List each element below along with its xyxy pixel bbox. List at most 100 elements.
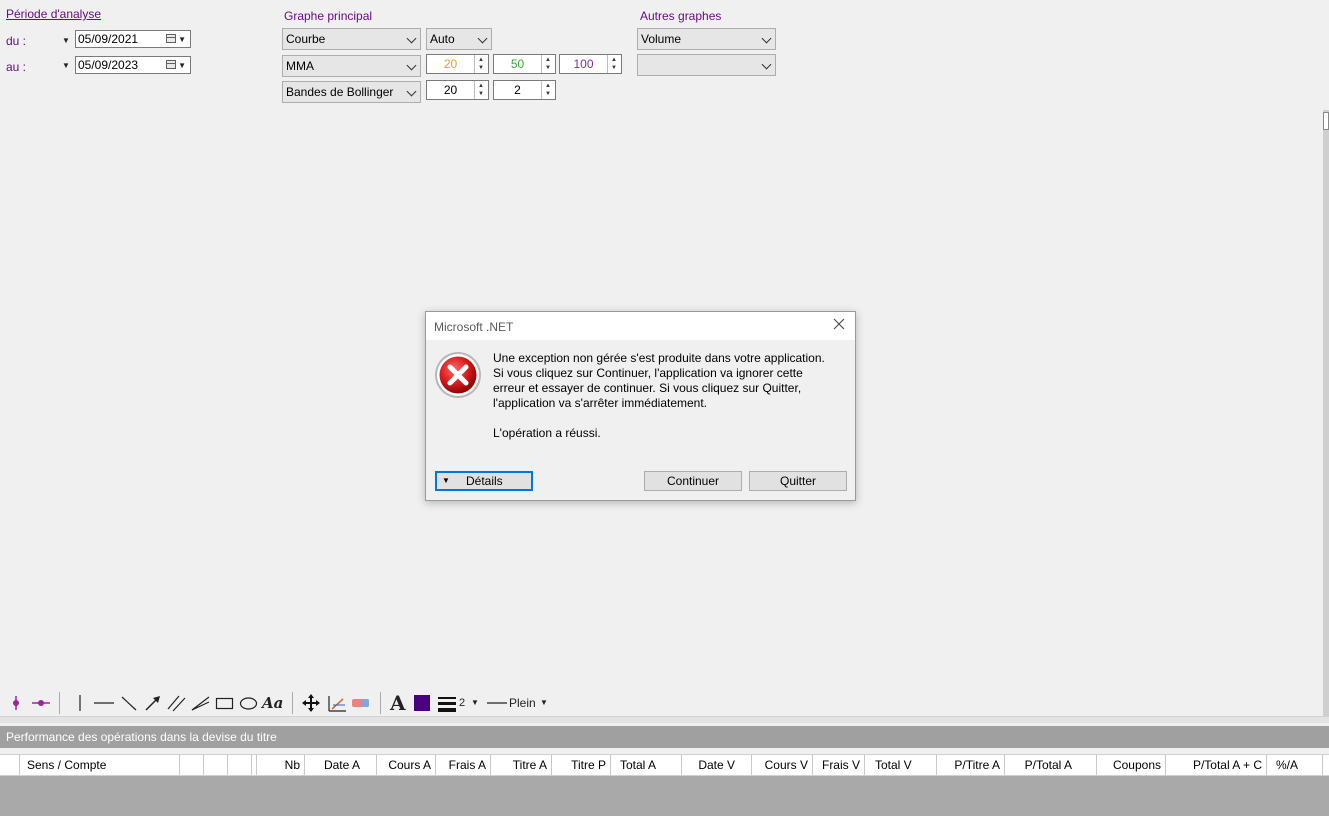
line-style-icon[interactable] (487, 694, 507, 712)
column-header[interactable]: Date V (682, 755, 752, 775)
chevron-down-icon[interactable]: ▼ (471, 694, 479, 712)
chevron-down-icon (761, 59, 772, 70)
parallel-lines-icon[interactable] (167, 694, 187, 712)
column-header[interactable]: Total A (611, 755, 682, 775)
arrow-icon[interactable] (144, 694, 162, 712)
spinner-arrows-icon[interactable]: ▲ ▼ (541, 55, 555, 73)
vertical-line-icon[interactable] (74, 694, 86, 712)
column-header[interactable]: Cours A (377, 755, 436, 775)
message-detail: L'opération a réussi. (493, 426, 601, 440)
spinner-arrows-icon[interactable]: ▲ ▼ (607, 55, 621, 73)
mma-period-1-input[interactable]: 20 ▲ ▼ (426, 54, 489, 74)
quit-button[interactable]: Quitter (749, 471, 847, 491)
from-date-picker[interactable]: 05/09/2021 ▼ (75, 30, 191, 48)
spinner-arrows-icon[interactable]: ▲ ▼ (474, 55, 488, 73)
horizontal-line-icon[interactable] (93, 694, 115, 712)
line-marker-icon[interactable] (30, 694, 52, 712)
continue-button[interactable]: Continuer (644, 471, 742, 491)
from-date-value: 05/09/2021 (78, 32, 139, 46)
calendar-icon[interactable] (166, 34, 176, 43)
rectangle-icon[interactable] (215, 694, 234, 712)
other-graph-1-select[interactable]: Volume (637, 28, 776, 50)
column-header[interactable] (228, 755, 252, 775)
from-date-dropdown-icon[interactable]: ▼ (62, 36, 70, 45)
close-icon[interactable] (832, 317, 846, 336)
graph-type-select[interactable]: Courbe (282, 28, 421, 50)
scale-value: Auto (430, 32, 455, 46)
scale-select[interactable]: Auto (426, 28, 492, 50)
eraser-icon[interactable] (351, 694, 371, 712)
error-dialog: Microsoft .NET Une exception non gérée s… (425, 311, 856, 501)
spinner-arrows-icon[interactable]: ▲ ▼ (541, 81, 555, 99)
column-header[interactable]: Total V (865, 755, 937, 775)
point-marker-icon[interactable] (8, 694, 24, 712)
splitter[interactable] (0, 716, 1329, 723)
column-header[interactable]: %/A (1267, 755, 1323, 775)
column-header[interactable] (204, 755, 228, 775)
column-header[interactable]: Date A (305, 755, 377, 775)
column-header[interactable]: Cours V (752, 755, 813, 775)
column-header[interactable] (0, 755, 20, 775)
scrollbar-thumb[interactable] (1323, 112, 1329, 130)
continue-label: Continuer (666, 474, 720, 488)
chevron-down-icon (406, 86, 417, 97)
chevron-down-icon (406, 33, 417, 44)
mma-period-3-input[interactable]: 100 ▲ ▼ (559, 54, 622, 74)
column-header[interactable]: P/Total A + C (1166, 755, 1267, 775)
chevron-down-icon[interactable]: ▼ (178, 58, 186, 74)
to-date-dropdown-icon[interactable]: ▼ (62, 61, 70, 70)
column-header[interactable]: Frais V (813, 755, 865, 775)
column-header[interactable]: Sens / Compte (20, 755, 180, 775)
other-graph-2-select[interactable] (637, 54, 776, 76)
to-date-picker[interactable]: 05/09/2023 ▼ (75, 56, 191, 74)
column-header[interactable]: Nb (252, 755, 305, 775)
channel-icon[interactable] (191, 694, 211, 712)
line-width-value[interactable]: 2 (459, 694, 465, 712)
other-graphs-title: Autres graphes (640, 9, 722, 23)
mma-period-2-input[interactable]: 50 ▲ ▼ (493, 54, 556, 74)
font-icon[interactable]: A (390, 693, 406, 713)
bands-select[interactable]: Bandes de Bollinger (282, 81, 421, 103)
message-line: Une exception non gérée s'est produite d… (493, 351, 825, 365)
column-header[interactable]: Frais A (436, 755, 491, 775)
dialog-titlebar: Microsoft .NET (426, 312, 855, 340)
toolbar-separator (59, 692, 60, 714)
diagonal-line-icon[interactable] (120, 694, 138, 712)
dialog-message: Une exception non gérée s'est produite d… (493, 351, 843, 441)
column-header[interactable]: Titre A (491, 755, 552, 775)
indicator-select[interactable]: MMA (282, 55, 421, 77)
to-label: au : (6, 60, 27, 74)
ellipse-icon[interactable] (239, 694, 258, 712)
chevron-down-icon: ▼ (442, 476, 450, 485)
chevron-down-icon (477, 33, 488, 44)
fibonacci-icon[interactable] (327, 694, 347, 712)
period-title-link[interactable]: Période d'analyse (6, 7, 101, 21)
text-icon[interactable]: Aa (262, 694, 283, 712)
bands-period-input[interactable]: 20 ▲ ▼ (426, 80, 489, 100)
bands-value: Bandes de Bollinger (286, 85, 394, 99)
mma-period-1-value: 20 (443, 57, 458, 71)
bands-period-value: 20 (443, 83, 458, 97)
indicator-value: MMA (286, 59, 314, 73)
chevron-down-icon[interactable]: ▼ (178, 32, 186, 48)
details-button[interactable]: ▼ Détails (435, 471, 533, 491)
bands-width-input[interactable]: 2 ▲ ▼ (493, 80, 556, 100)
color-icon[interactable] (414, 694, 430, 712)
chevron-down-icon[interactable]: ▼ (540, 694, 548, 712)
quit-label: Quitter (779, 474, 816, 488)
calendar-icon[interactable] (166, 60, 176, 69)
vertical-scrollbar[interactable] (1323, 110, 1329, 716)
spinner-arrows-icon[interactable]: ▲ ▼ (474, 81, 488, 99)
column-header[interactable]: Coupons (1097, 755, 1166, 775)
line-width-icon[interactable] (437, 694, 457, 712)
column-header[interactable] (180, 755, 204, 775)
chevron-down-icon (406, 60, 417, 71)
toolbar-separator (380, 692, 381, 714)
column-header[interactable]: Titre P (552, 755, 611, 775)
column-header[interactable]: P/Total A (1005, 755, 1097, 775)
line-style-label[interactable]: Plein (509, 694, 536, 712)
color-swatch (414, 695, 430, 711)
move-icon[interactable] (301, 694, 321, 712)
main-graph-title: Graphe principal (284, 9, 373, 23)
column-header[interactable]: P/Titre A (937, 755, 1005, 775)
